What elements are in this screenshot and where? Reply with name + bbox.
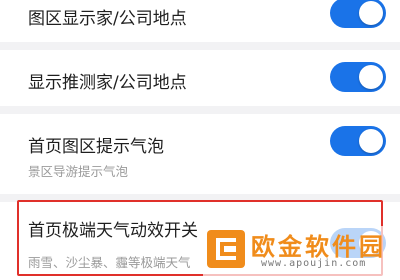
- watermark: 欧金软件园 www.apoujin.com: [203, 226, 397, 276]
- section-divider: [0, 106, 400, 114]
- setting-row-inferred-home-company: 显示推测家/公司地点: [0, 50, 400, 106]
- setting-title: 图区显示家/公司地点: [28, 9, 187, 29]
- watermark-url: www.apoujin.com: [261, 258, 367, 269]
- setting-row-home-map-bubble: 首页图区提示气泡 景区导游提示气泡: [0, 114, 400, 194]
- toggle-knob: [359, 129, 383, 153]
- toggle-knob: [359, 65, 383, 89]
- orange-square-logo-icon: [207, 230, 245, 268]
- setting-title: 首页图区提示气泡: [28, 137, 164, 157]
- setting-row-home-company-on-map: 图区显示家/公司地点: [0, 0, 400, 34]
- watermark-brand-text: 欧金软件园: [251, 233, 386, 261]
- setting-subtitle: 景区导游提示气泡: [28, 164, 129, 179]
- toggle-switch-home-company-on-map[interactable]: [330, 0, 386, 28]
- toggle-knob: [359, 1, 383, 25]
- toggle-switch-home-map-bubble[interactable]: [330, 126, 386, 156]
- section-divider: [0, 42, 400, 50]
- toggle-switch-inferred-home-company[interactable]: [330, 62, 386, 92]
- setting-title: 显示推测家/公司地点: [28, 73, 187, 93]
